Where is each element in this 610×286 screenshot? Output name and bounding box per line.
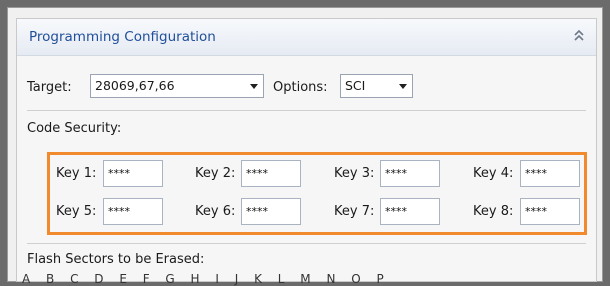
panel-title: Programming Configuration xyxy=(29,29,216,45)
flash-sector-list-partial: A B C D E F G H I J K L M N O P xyxy=(22,272,390,286)
key-5-input[interactable] xyxy=(103,198,163,225)
options-select[interactable]: SCI xyxy=(340,74,413,98)
key-7-label: Key 7: xyxy=(334,204,375,219)
key-4-input[interactable] xyxy=(520,160,580,187)
key-3-label: Key 3: xyxy=(334,166,375,181)
key-2-input[interactable] xyxy=(241,160,301,187)
key-1-label: Key 1: xyxy=(56,166,97,181)
key-4-label: Key 4: xyxy=(473,166,514,181)
key-3-input[interactable] xyxy=(380,160,440,187)
key-2-label: Key 2: xyxy=(195,166,236,181)
dropdown-arrow-icon[interactable] xyxy=(250,84,258,89)
flash-sectors-label: Flash Sectors to be Erased: xyxy=(27,252,205,267)
key-5-label: Key 5: xyxy=(56,204,97,219)
code-security-label: Code Security: xyxy=(27,121,122,136)
dropdown-arrow-icon[interactable] xyxy=(399,84,407,89)
options-label: Options: xyxy=(273,80,328,95)
panel-header[interactable]: Programming Configuration xyxy=(17,19,596,56)
separator xyxy=(27,110,586,111)
options-select-value: SCI xyxy=(345,78,366,93)
key-8-input[interactable] xyxy=(520,198,580,225)
target-options-row: Target: 28069,67,66 Options: SCI xyxy=(17,68,596,108)
key-7-input[interactable] xyxy=(380,198,440,225)
programming-configuration-panel: Programming Configuration Target: 28069,… xyxy=(16,18,597,282)
code-security-keys-box: Key 1: Key 2: Key 3: Key 4: Key 5: Key 6… xyxy=(47,152,587,235)
key-6-label: Key 6: xyxy=(195,204,236,219)
double-chevron-up-icon[interactable] xyxy=(572,28,586,44)
key-8-label: Key 8: xyxy=(473,204,514,219)
key-1-input[interactable] xyxy=(103,160,163,187)
target-select[interactable]: 28069,67,66 xyxy=(90,74,264,98)
target-select-value: 28069,67,66 xyxy=(95,78,175,93)
target-label: Target: xyxy=(27,80,72,95)
separator xyxy=(27,243,586,244)
key-6-input[interactable] xyxy=(241,198,301,225)
